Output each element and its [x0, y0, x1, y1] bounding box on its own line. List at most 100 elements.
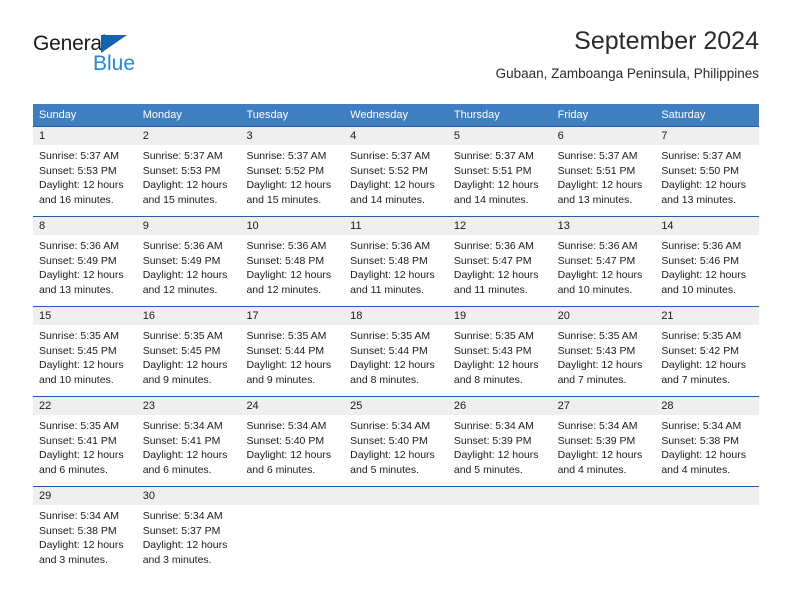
day-details: Sunrise: 5:35 AM Sunset: 5:42 PM Dayligh…: [655, 325, 759, 387]
day-number: 12: [447, 217, 552, 235]
day-cell-empty: [344, 486, 448, 574]
daylight-text-line2: and 5 minutes.: [453, 463, 523, 476]
day-cell[interactable]: 1 Sunrise: 5:37 AM Sunset: 5:53 PM Dayli…: [33, 126, 137, 216]
day-cell[interactable]: 9 Sunrise: 5:36 AM Sunset: 5:49 PM Dayli…: [136, 216, 241, 306]
sunset-text: Sunset: 5:50 PM: [661, 164, 739, 177]
weekday-header-saturday: Saturday: [661, 109, 706, 121]
day-cell[interactable]: 25 Sunrise: 5:34 AM Sunset: 5:40 PM Dayl…: [344, 396, 448, 486]
sunrise-text: Sunrise: 5:35 AM: [39, 420, 119, 432]
day-cell[interactable]: 20 Sunrise: 5:35 AM Sunset: 5:43 PM Dayl…: [551, 306, 656, 396]
title-block: September 2024 Gubaan, Zamboanga Peninsu…: [496, 26, 759, 84]
daylight-text-line1: Daylight: 12 hours: [557, 269, 643, 282]
daylight-text-line1: Daylight: 12 hours: [350, 449, 435, 462]
day-number: 26: [447, 397, 552, 415]
day-details: Sunrise: 5:36 AM Sunset: 5:48 PM Dayligh…: [240, 235, 344, 297]
day-cell[interactable]: 29 Sunrise: 5:34 AM Sunset: 5:38 PM Dayl…: [33, 486, 137, 574]
day-details: Sunrise: 5:37 AM Sunset: 5:53 PM Dayligh…: [33, 145, 137, 207]
sunset-text: Sunset: 5:44 PM: [246, 344, 325, 357]
sunrise-text: Sunrise: 5:35 AM: [557, 330, 638, 342]
daylight-text-line1: Daylight: 12 hours: [350, 269, 435, 282]
sunset-text: Sunset: 5:53 PM: [142, 164, 221, 177]
daylight-text-line2: and 15 minutes.: [142, 193, 218, 206]
daylight-text-line1: Daylight: 12 hours: [39, 539, 124, 552]
daylight-text-line2: and 4 minutes.: [557, 463, 627, 476]
daylight-text-line2: and 11 minutes.: [350, 283, 425, 296]
daylight-text-line2: and 10 minutes.: [661, 283, 737, 296]
daylight-text-line2: and 14 minutes.: [350, 193, 425, 206]
daylight-text-line1: Daylight: 12 hours: [557, 449, 643, 462]
daylight-text-line2: and 10 minutes.: [557, 283, 633, 296]
day-number: [551, 487, 656, 505]
day-cell[interactable]: 8 Sunrise: 5:36 AM Sunset: 5:49 PM Dayli…: [33, 216, 137, 306]
day-cell[interactable]: 15 Sunrise: 5:35 AM Sunset: 5:45 PM Dayl…: [33, 306, 137, 396]
sunrise-text: Sunrise: 5:36 AM: [661, 240, 742, 252]
day-cell[interactable]: 19 Sunrise: 5:35 AM Sunset: 5:43 PM Dayl…: [447, 306, 552, 396]
day-cell[interactable]: 26 Sunrise: 5:34 AM Sunset: 5:39 PM Dayl…: [447, 396, 552, 486]
sunset-text: Sunset: 5:45 PM: [39, 344, 117, 357]
day-number: 3: [240, 127, 345, 145]
sunset-text: Sunset: 5:49 PM: [39, 254, 117, 267]
day-cell[interactable]: 3 Sunrise: 5:37 AM Sunset: 5:52 PM Dayli…: [240, 126, 345, 216]
day-cell[interactable]: 4 Sunrise: 5:37 AM Sunset: 5:52 PM Dayli…: [344, 126, 448, 216]
day-details: Sunrise: 5:36 AM Sunset: 5:47 PM Dayligh…: [448, 235, 552, 297]
day-number: 6: [551, 127, 656, 145]
day-cell[interactable]: 6 Sunrise: 5:37 AM Sunset: 5:51 PM Dayli…: [551, 126, 656, 216]
day-cell[interactable]: 5 Sunrise: 5:37 AM Sunset: 5:51 PM Dayli…: [447, 126, 552, 216]
sunrise-text: Sunrise: 5:34 AM: [557, 420, 638, 432]
day-cell[interactable]: 14 Sunrise: 5:36 AM Sunset: 5:46 PM Dayl…: [655, 216, 760, 306]
day-number: 18: [344, 307, 448, 325]
logo-triangle-icon: [101, 35, 127, 53]
day-details: Sunrise: 5:36 AM Sunset: 5:49 PM Dayligh…: [33, 235, 137, 297]
day-cell[interactable]: 7 Sunrise: 5:37 AM Sunset: 5:50 PM Dayli…: [655, 126, 760, 216]
daylight-text-line2: and 8 minutes.: [453, 373, 523, 386]
day-cell[interactable]: 28 Sunrise: 5:34 AM Sunset: 5:38 PM Dayl…: [655, 396, 760, 486]
day-cell[interactable]: 24 Sunrise: 5:34 AM Sunset: 5:40 PM Dayl…: [240, 396, 345, 486]
day-cell[interactable]: 12 Sunrise: 5:36 AM Sunset: 5:47 PM Dayl…: [447, 216, 552, 306]
day-number: 1: [33, 127, 137, 145]
daylight-text-line1: Daylight: 12 hours: [453, 359, 539, 372]
daylight-text-line2: and 13 minutes.: [661, 193, 737, 206]
day-details: Sunrise: 5:35 AM Sunset: 5:43 PM Dayligh…: [448, 325, 552, 387]
day-number: 8: [33, 217, 137, 235]
sunrise-text: Sunrise: 5:36 AM: [557, 240, 638, 252]
daylight-text-line1: Daylight: 12 hours: [453, 179, 539, 192]
day-details: Sunrise: 5:34 AM Sunset: 5:41 PM Dayligh…: [137, 415, 241, 477]
sunrise-text: Sunrise: 5:37 AM: [39, 150, 119, 162]
day-cell[interactable]: 18 Sunrise: 5:35 AM Sunset: 5:44 PM Dayl…: [344, 306, 448, 396]
daylight-text-line2: and 16 minutes.: [39, 193, 114, 206]
sunset-text: Sunset: 5:44 PM: [350, 344, 428, 357]
daylight-text-line2: and 7 minutes.: [557, 373, 627, 386]
day-cell-empty: [655, 486, 760, 574]
day-details: Sunrise: 5:35 AM Sunset: 5:44 PM Dayligh…: [240, 325, 344, 387]
day-cell[interactable]: 2 Sunrise: 5:37 AM Sunset: 5:53 PM Dayli…: [136, 126, 241, 216]
general-blue-logo[interactable]: General Blue: [33, 32, 213, 86]
day-cell[interactable]: 22 Sunrise: 5:35 AM Sunset: 5:41 PM Dayl…: [33, 396, 137, 486]
day-details: Sunrise: 5:34 AM Sunset: 5:40 PM Dayligh…: [344, 415, 448, 477]
daylight-text-line2: and 9 minutes.: [142, 373, 212, 386]
sunset-text: Sunset: 5:52 PM: [246, 164, 325, 177]
day-number: 2: [136, 127, 241, 145]
daylight-text-line2: and 5 minutes.: [350, 463, 420, 476]
day-number: 30: [136, 487, 241, 505]
day-cell[interactable]: 13 Sunrise: 5:36 AM Sunset: 5:47 PM Dayl…: [551, 216, 656, 306]
day-details: Sunrise: 5:35 AM Sunset: 5:45 PM Dayligh…: [137, 325, 241, 387]
sunset-text: Sunset: 5:37 PM: [142, 524, 221, 537]
day-number: 5: [447, 127, 552, 145]
day-cell-empty: [240, 486, 345, 574]
day-details: Sunrise: 5:36 AM Sunset: 5:46 PM Dayligh…: [655, 235, 759, 297]
day-cell[interactable]: 23 Sunrise: 5:34 AM Sunset: 5:41 PM Dayl…: [136, 396, 241, 486]
daylight-text-line1: Daylight: 12 hours: [557, 179, 643, 192]
day-cell[interactable]: 30 Sunrise: 5:34 AM Sunset: 5:37 PM Dayl…: [136, 486, 241, 574]
day-cell[interactable]: 11 Sunrise: 5:36 AM Sunset: 5:48 PM Dayl…: [344, 216, 448, 306]
day-details: Sunrise: 5:35 AM Sunset: 5:44 PM Dayligh…: [344, 325, 448, 387]
daylight-text-line1: Daylight: 12 hours: [350, 359, 435, 372]
day-number: 24: [240, 397, 345, 415]
day-cell[interactable]: 21 Sunrise: 5:35 AM Sunset: 5:42 PM Dayl…: [655, 306, 760, 396]
day-cell[interactable]: 17 Sunrise: 5:35 AM Sunset: 5:44 PM Dayl…: [240, 306, 345, 396]
day-cell[interactable]: 27 Sunrise: 5:34 AM Sunset: 5:39 PM Dayl…: [551, 396, 656, 486]
day-cell[interactable]: 16 Sunrise: 5:35 AM Sunset: 5:45 PM Dayl…: [136, 306, 241, 396]
sunrise-text: Sunrise: 5:36 AM: [453, 240, 534, 252]
sunset-text: Sunset: 5:43 PM: [453, 344, 532, 357]
day-cell[interactable]: 10 Sunrise: 5:36 AM Sunset: 5:48 PM Dayl…: [240, 216, 345, 306]
day-details: Sunrise: 5:37 AM Sunset: 5:52 PM Dayligh…: [344, 145, 448, 207]
